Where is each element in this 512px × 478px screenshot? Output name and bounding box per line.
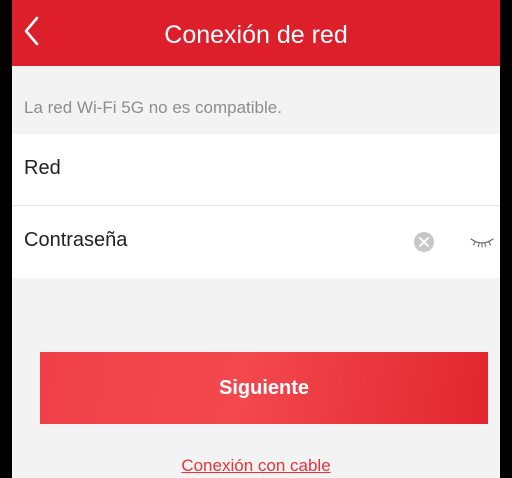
- top-bar: Conexión de red: [12, 0, 500, 66]
- page-title: Conexión de red: [164, 21, 348, 49]
- network-field[interactable]: Red: [12, 134, 500, 206]
- network-input[interactable]: [152, 148, 484, 190]
- 5g-warning-text: La red Wi-Fi 5G no es compatible.: [24, 98, 282, 117]
- password-input[interactable]: [152, 220, 400, 262]
- back-button[interactable]: [16, 6, 56, 54]
- network-label: Red: [24, 157, 61, 179]
- toggle-password-visibility-button[interactable]: [468, 234, 496, 250]
- eye-closed-icon: [470, 238, 494, 248]
- clear-password-button[interactable]: [414, 232, 434, 252]
- clear-circle-icon: [419, 237, 429, 247]
- wired-connection-link[interactable]: Conexión con cable: [12, 456, 500, 476]
- chevron-left-icon: [24, 16, 39, 46]
- next-button[interactable]: Siguiente: [40, 352, 488, 424]
- password-field[interactable]: Contraseña: [12, 205, 500, 278]
- password-label: Contraseña: [24, 229, 128, 251]
- wifi-setup-screen: Conexión de red La red Wi-Fi 5G no es co…: [12, 0, 500, 478]
